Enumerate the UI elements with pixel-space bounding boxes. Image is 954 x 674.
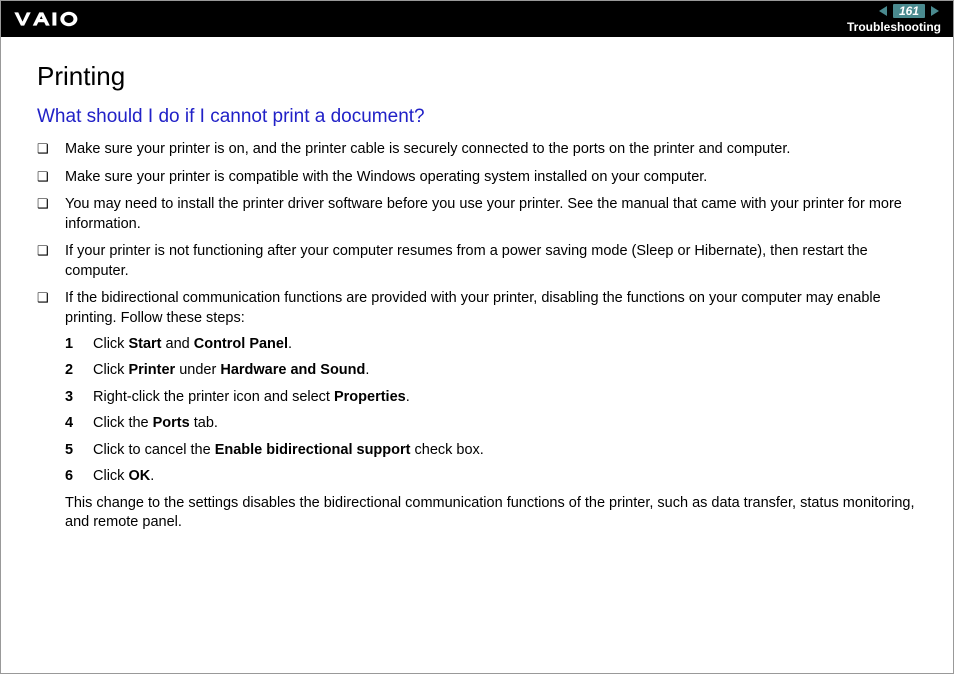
list-item: ❑ Make sure your printer is on, and the … [37,140,917,160]
list-item: ❑ If your printer is not functioning aft… [37,242,917,281]
step-item: 4 Click the Ports tab. [65,414,917,434]
bullet-icon: ❑ [37,195,51,234]
bullet-text: If your printer is not functioning after… [65,242,917,281]
step-text: Right-click the printer icon and select … [93,388,917,408]
document-page: 161 Troubleshooting Printing What should… [0,0,954,674]
step-text: Click Start and Control Panel. [93,335,917,355]
header-right: 161 Troubleshooting [847,4,941,34]
step-number: 2 [65,361,79,381]
bullet-icon: ❑ [37,242,51,281]
list-item: ❑ You may need to install the printer dr… [37,195,917,234]
step-number: 4 [65,414,79,434]
prev-page-arrow-icon[interactable] [877,5,889,17]
step-item: 1 Click Start and Control Panel. [65,335,917,355]
page-navigation: 161 [877,4,941,18]
step-item: 6 Click OK. [65,467,917,487]
step-number: 5 [65,441,79,461]
bullet-list: ❑ Make sure your printer is on, and the … [37,140,917,533]
step-text: Click to cancel the Enable bidirectional… [93,441,917,461]
step-item: 5 Click to cancel the Enable bidirection… [65,441,917,461]
bullet-text: Make sure your printer is compatible wit… [65,168,917,188]
bullet-text: If the bidirectional communication funct… [65,290,881,326]
page-subtitle: What should I do if I cannot print a doc… [37,106,917,128]
bullet-icon: ❑ [37,168,51,188]
list-item: ❑ If the bidirectional communication fun… [37,289,917,533]
step-text: Click OK. [93,467,917,487]
page-title: Printing [37,61,917,92]
steps-list: 1 Click Start and Control Panel. 2 Click… [65,335,917,487]
follow-text: This change to the settings disables the… [65,494,917,533]
step-item: 2 Click Printer under Hardware and Sound… [65,361,917,381]
bullet-icon: ❑ [37,140,51,160]
step-text: Click the Ports tab. [93,414,917,434]
next-page-arrow-icon[interactable] [929,5,941,17]
step-number: 1 [65,335,79,355]
vaio-logo [13,9,105,29]
bullet-text-with-steps: If the bidirectional communication funct… [65,289,917,533]
bullet-icon: ❑ [37,289,51,533]
section-link[interactable]: Troubleshooting [847,20,941,34]
bullet-text: Make sure your printer is on, and the pr… [65,140,917,160]
list-item: ❑ Make sure your printer is compatible w… [37,168,917,188]
header-bar: 161 Troubleshooting [1,1,953,37]
step-number: 6 [65,467,79,487]
content-area: Printing What should I do if I cannot pr… [1,37,953,673]
bullet-text: You may need to install the printer driv… [65,195,917,234]
step-item: 3 Right-click the printer icon and selec… [65,388,917,408]
page-number: 161 [893,4,925,18]
step-text: Click Printer under Hardware and Sound. [93,361,917,381]
step-number: 3 [65,388,79,408]
